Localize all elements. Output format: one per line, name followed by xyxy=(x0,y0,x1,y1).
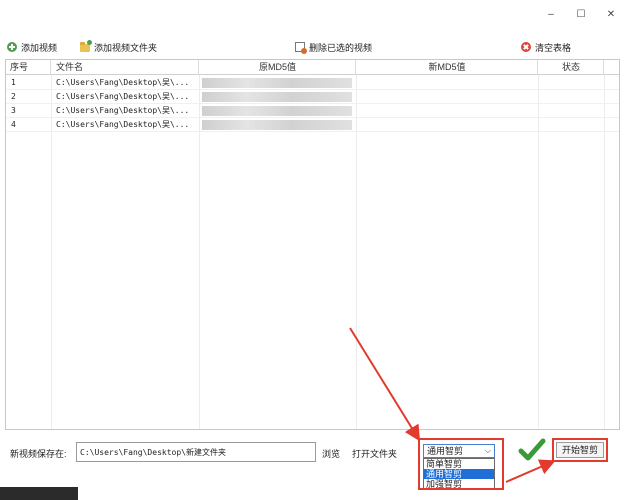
minimize-button[interactable]: – xyxy=(538,4,564,24)
mode-dropdown-list: 简单智剪 通用智剪 加强智剪 xyxy=(423,458,495,490)
start-trim-button[interactable]: 开始智剪 xyxy=(556,442,604,458)
save-location-label: 新视频保存在: xyxy=(10,449,67,459)
column-header-original-md5[interactable]: 原MD5值 xyxy=(200,60,356,75)
table-row[interactable]: 4 C:\Users\Fang\Desktop\吴\... xyxy=(6,118,619,132)
delete-selected-button[interactable]: 删除已选的视频 xyxy=(295,39,372,55)
add-video-label: 添加视频 xyxy=(21,42,58,53)
row-filename: C:\Users\Fang\Desktop\吴\... xyxy=(56,106,190,115)
row-original-md5-blurred xyxy=(202,120,352,130)
clear-table-label: 清空表格 xyxy=(535,42,572,53)
table-row[interactable]: 1 C:\Users\Fang\Desktop\吴\... xyxy=(6,76,619,90)
mode-option-general[interactable]: 通用智剪 xyxy=(424,469,494,479)
add-video-button[interactable]: 添加视频 xyxy=(7,39,57,55)
row-number: 3 xyxy=(11,106,16,115)
mode-option-simple[interactable]: 简单智剪 xyxy=(424,459,494,469)
clear-icon xyxy=(521,42,531,52)
column-header-new-md5[interactable]: 新MD5值 xyxy=(357,60,538,75)
row-number: 1 xyxy=(11,78,16,87)
mode-selected-value: 通用智剪 xyxy=(427,446,464,456)
row-number: 4 xyxy=(11,120,16,129)
app-window: – ☐ ✕ 添加视频 添加视频文件夹 删除已选的视频 清空表格 序号 文件名 原… xyxy=(0,0,625,500)
add-folder-label: 添加视频文件夹 xyxy=(94,42,158,53)
row-original-md5-blurred xyxy=(202,92,352,102)
arrow-to-start xyxy=(505,459,556,483)
row-status xyxy=(541,118,603,131)
file-table[interactable]: 序号 文件名 原MD5值 新MD5值 状态 1 C:\Users\Fang\De… xyxy=(5,59,620,430)
add-folder-button[interactable]: 添加视频文件夹 xyxy=(80,39,157,55)
close-button[interactable]: ✕ xyxy=(598,4,624,24)
open-folder-button[interactable]: 打开文件夹 xyxy=(352,447,397,460)
row-status xyxy=(541,76,603,89)
column-header-status[interactable]: 状态 xyxy=(539,60,604,75)
save-path-input[interactable] xyxy=(76,442,316,462)
browse-button[interactable]: 浏览 xyxy=(322,447,340,460)
folder-add-icon xyxy=(80,40,92,52)
row-new-md5 xyxy=(359,90,537,103)
maximize-button[interactable]: ☐ xyxy=(568,4,594,24)
row-original-md5-blurred xyxy=(202,78,352,88)
row-number: 2 xyxy=(11,92,16,101)
row-new-md5 xyxy=(359,76,537,89)
row-original-md5-blurred xyxy=(202,106,352,116)
row-filename: C:\Users\Fang\Desktop\吴\... xyxy=(56,92,190,101)
delete-file-icon xyxy=(295,42,307,54)
table-row[interactable]: 2 C:\Users\Fang\Desktop\吴\... xyxy=(6,90,619,104)
clear-table-button[interactable]: 清空表格 xyxy=(521,39,571,55)
mode-select[interactable]: 通用智剪 ⌵ xyxy=(423,444,495,458)
row-status xyxy=(541,104,603,117)
column-header-filename[interactable]: 文件名 xyxy=(56,60,199,75)
table-body: 1 C:\Users\Fang\Desktop\吴\... 2 C:\Users… xyxy=(6,76,619,132)
taskbar-fragment xyxy=(0,487,78,500)
row-new-md5 xyxy=(359,104,537,117)
mode-option-enhanced[interactable]: 加强智剪 xyxy=(424,479,494,489)
table-header: 序号 文件名 原MD5值 新MD5值 状态 xyxy=(6,60,619,75)
column-header-number[interactable]: 序号 xyxy=(10,60,51,75)
row-filename: C:\Users\Fang\Desktop\吴\... xyxy=(56,78,190,87)
add-circle-icon xyxy=(7,42,17,52)
row-status xyxy=(541,90,603,103)
chevron-down-icon[interactable]: ⌵ xyxy=(485,445,491,457)
row-filename: C:\Users\Fang\Desktop\吴\... xyxy=(56,120,190,129)
row-new-md5 xyxy=(359,118,537,131)
delete-selected-label: 删除已选的视频 xyxy=(309,42,373,53)
table-row[interactable]: 3 C:\Users\Fang\Desktop\吴\... xyxy=(6,104,619,118)
checkmark-icon xyxy=(518,438,546,461)
toolbar: 添加视频 添加视频文件夹 删除已选的视频 清空表格 xyxy=(0,37,625,57)
title-bar: – ☐ ✕ xyxy=(0,0,625,30)
